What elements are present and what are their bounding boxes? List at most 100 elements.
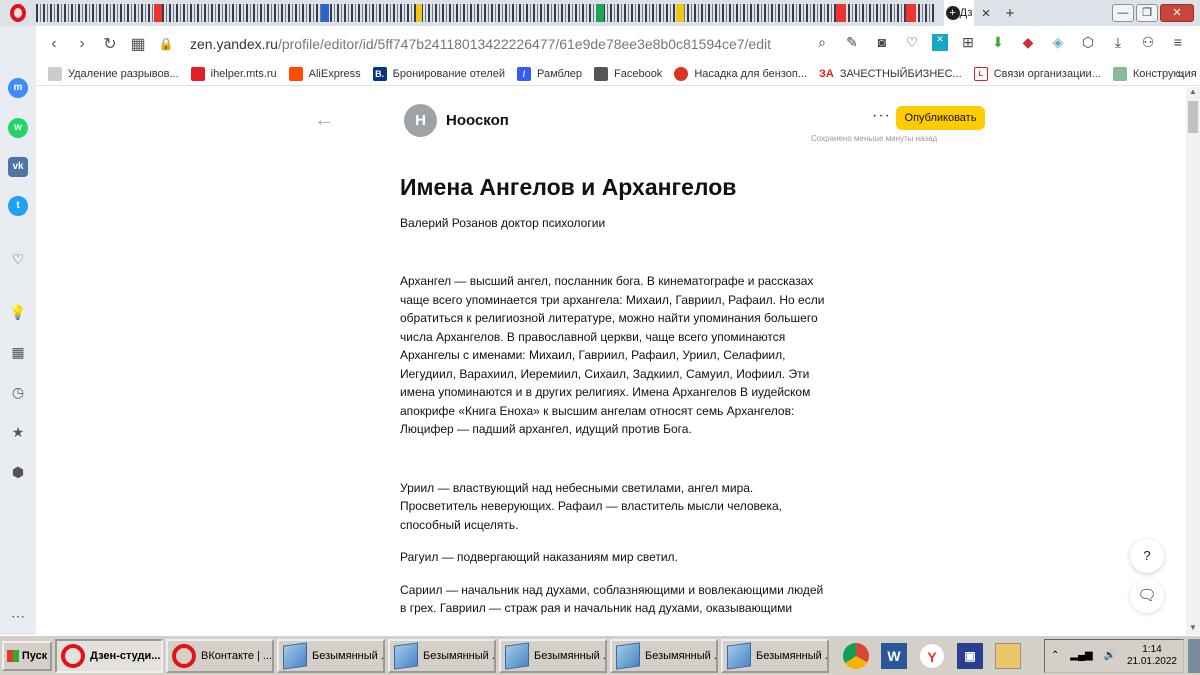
whatsapp-icon[interactable]: w [8, 118, 28, 138]
speed-dial-icon[interactable]: ▦ [124, 34, 152, 54]
list-icon: L [973, 66, 988, 81]
help-button[interactable]: ? [1130, 539, 1164, 573]
tab-strip: + Дз × + — ❐ ✕ [0, 0, 1200, 26]
extension-icon[interactable]: ◈ [1048, 34, 1068, 51]
address-bar-tools: ⌕ ✎ ◙ ♡ ✕ ⊞ ⬇ ◆ ◈ ⬡ ⤓ ⚇ ≡ [812, 34, 1188, 51]
bookmark-label: Бронирование отелей [392, 67, 505, 80]
tab-favicon [154, 4, 162, 22]
channel-name[interactable]: Нооскоп [446, 112, 509, 129]
taskbar-item[interactable]: Безымянный ... [277, 638, 385, 673]
article-editor[interactable]: Имена Ангелов и Архангелов Валерий Розан… [400, 172, 830, 632]
taskbar-item[interactable]: ВКонтакте | ... [166, 638, 274, 673]
bookmark-label: Рамблер [537, 67, 582, 80]
word-icon[interactable]: W [881, 642, 907, 669]
close-tab-icon[interactable]: × [974, 5, 998, 22]
extension-icon[interactable]: ✕ [932, 34, 948, 51]
window-controls: — ❐ ✕ [1112, 4, 1194, 22]
chrome-icon[interactable] [843, 642, 869, 669]
taskbar-item[interactable]: Дзен-студи... [55, 638, 163, 673]
page-scrollbar[interactable]: ▲ ▼ [1186, 87, 1200, 635]
forward-icon[interactable]: › [68, 35, 96, 53]
back-icon[interactable]: ‹ [40, 35, 68, 53]
url-field[interactable]: zen.yandex.ru/profile/editor/id/5ff747b2… [190, 36, 771, 52]
save-icon[interactable]: ▣ [957, 642, 983, 669]
bookmark-item[interactable]: L Связи организации... [973, 66, 1101, 81]
search-icon[interactable]: ⌕ [812, 34, 832, 51]
vk-icon[interactable]: vk [8, 157, 28, 177]
page-icon [48, 66, 62, 81]
close-window-button[interactable]: ✕ [1160, 4, 1194, 22]
taskbar-item[interactable]: Безымянный ... [721, 638, 829, 673]
twitter-icon[interactable]: t [8, 196, 28, 216]
downloads-icon[interactable]: ⤓ [1108, 34, 1128, 51]
yandex-icon[interactable]: Y [919, 642, 945, 669]
bookmark-item[interactable]: Насадка для бензоп... [674, 66, 807, 81]
lock-icon[interactable]: 🔒 [152, 37, 180, 51]
article-subtitle[interactable]: Валерий Розанов доктор психологии [400, 214, 830, 232]
avatar[interactable]: Н [404, 104, 437, 137]
edit-icon[interactable]: ✎ [842, 34, 862, 51]
history-icon[interactable]: ◷ [8, 382, 28, 402]
maximize-button[interactable]: ❐ [1136, 4, 1158, 22]
extensions-icon[interactable]: ⬢ [8, 462, 28, 482]
more-icon[interactable]: ⋯ [8, 606, 28, 626]
heart-icon[interactable]: ♡ [8, 249, 28, 269]
heart-icon[interactable]: ♡ [902, 34, 922, 51]
taskbar-item[interactable]: Безымянный ... [610, 638, 718, 673]
article-paragraph[interactable]: Уриил — властвующий над небесными светил… [400, 479, 830, 535]
article-paragraph[interactable]: Архангел — высший ангел, посланник бога.… [400, 272, 830, 439]
bookmark-item[interactable]: B. Бронирование отелей [372, 66, 505, 81]
publish-button[interactable]: Опубликовать [896, 106, 985, 130]
volume-icon[interactable]: 🔊 [1104, 650, 1116, 661]
taskbar-item-label: Дзен-студи... [90, 649, 161, 662]
article-paragraph[interactable]: Сариил — начальник над духами, соблазняю… [400, 581, 830, 618]
scroll-up-icon[interactable]: ▲ [1186, 87, 1200, 99]
back-arrow-icon[interactable]: ← [314, 109, 334, 132]
paint-icon [727, 641, 751, 670]
bookmark-item[interactable]: ЗА ЗАЧЕСТНЫЙБИЗНЕС... [819, 68, 962, 80]
scroll-down-icon[interactable]: ▼ [1186, 623, 1200, 635]
pinned-tabs-strip[interactable] [36, 4, 936, 22]
network-icon[interactable]: ▂▄▆ [1070, 650, 1092, 661]
editor-page: ← Н Нооскоп ··· Опубликовать Сохранено м… [36, 87, 1186, 635]
new-tab-button[interactable]: + [998, 5, 1022, 22]
cube-icon[interactable]: ⬡ [1078, 34, 1098, 51]
scroll-thumb[interactable] [1188, 101, 1198, 133]
account-icon[interactable]: ⚇ [1138, 34, 1158, 51]
active-tab[interactable]: + Дз [944, 0, 974, 26]
system-tray: ⌃ ▂▄▆ 🔊 1:14 21.01.2022 [1044, 638, 1184, 673]
lightbulb-icon[interactable]: 💡 [8, 302, 28, 322]
clock[interactable]: 1:14 21.01.2022 [1127, 644, 1177, 668]
article-title[interactable]: Имена Ангелов и Архангелов [400, 172, 830, 202]
tray-expand-icon[interactable]: ⌃ [1051, 650, 1059, 661]
bookmark-item[interactable]: ihelper.mts.ru [190, 66, 277, 81]
show-desktop-button[interactable] [1188, 638, 1200, 673]
start-button[interactable]: Пуск [2, 640, 52, 671]
start-label: Пуск [21, 649, 48, 662]
minimize-button[interactable]: — [1112, 4, 1134, 22]
article-paragraph[interactable]: Рагуил — подвергающий наказаниям мир све… [400, 548, 830, 567]
bookmark-item[interactable]: AliExpress [288, 66, 361, 81]
bookmark-item[interactable]: Facebook [594, 66, 662, 81]
more-bookmarks-icon[interactable]: » [1177, 66, 1184, 81]
reload-icon[interactable]: ↻ [96, 34, 124, 54]
tab-favicon-icon: + [945, 6, 960, 20]
taskbar: Пуск Дзен-студи... ВКонтакте | ... Безым… [0, 635, 1200, 675]
bookmark-item[interactable]: / Рамблер [517, 66, 582, 81]
chat-button[interactable]: 🗨 [1130, 579, 1164, 613]
bookmarks-icon[interactable]: ★ [8, 422, 28, 442]
bookmark-item[interactable]: Конструкция теплог... [1112, 66, 1200, 81]
folder-icon[interactable] [995, 642, 1021, 669]
taskbar-item[interactable]: Безымянный ... [499, 638, 607, 673]
download-extension-icon[interactable]: ⬇ [988, 34, 1008, 51]
messenger-icon[interactable]: m [8, 78, 28, 98]
taskbar-item[interactable]: Безымянный ... [388, 638, 496, 673]
bookmark-item[interactable]: Удаление разрывов... [48, 66, 179, 81]
camera-icon[interactable]: ◙ [872, 34, 892, 51]
workspaces-icon[interactable]: ▦ [8, 342, 28, 362]
windows-icon[interactable]: ⊞ [958, 34, 978, 51]
more-options-icon[interactable]: ··· [872, 107, 891, 125]
menu-icon[interactable]: ≡ [1168, 34, 1188, 51]
opera-menu-button[interactable] [0, 0, 36, 26]
extension-icon[interactable]: ◆ [1018, 34, 1038, 51]
